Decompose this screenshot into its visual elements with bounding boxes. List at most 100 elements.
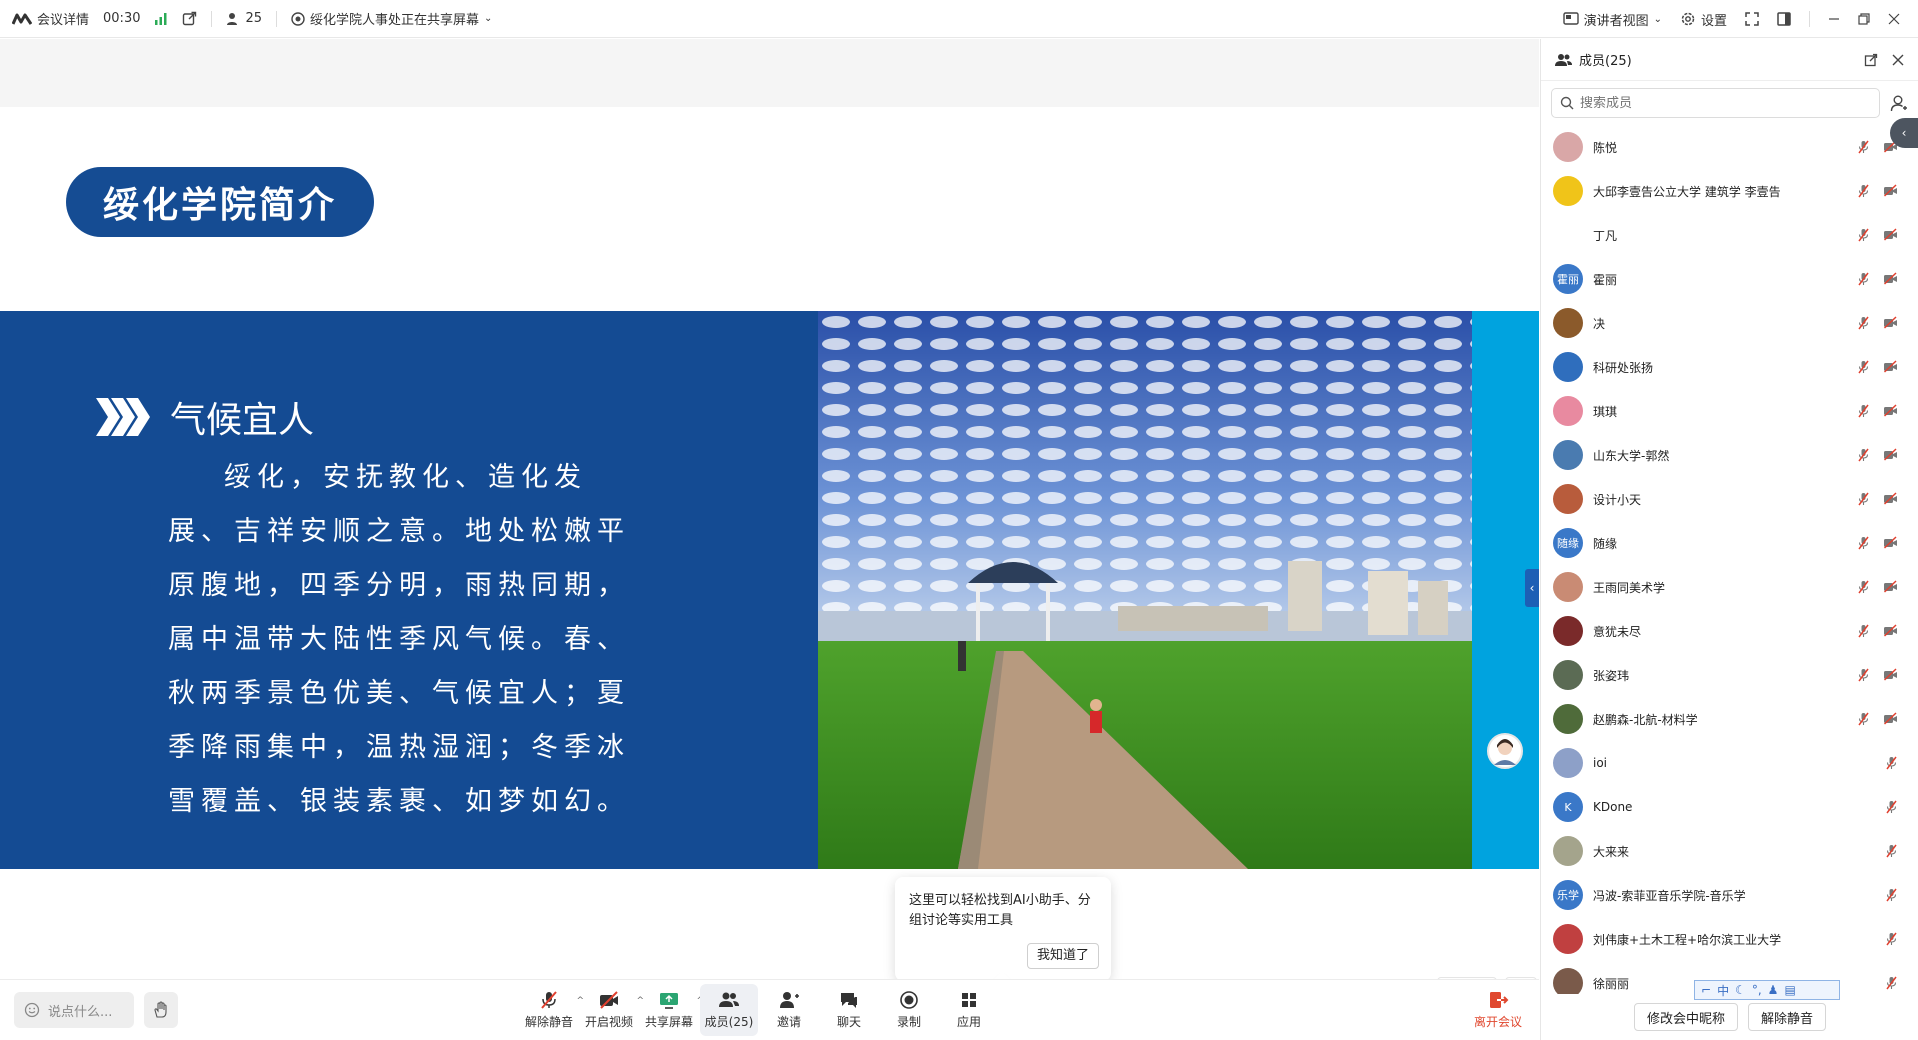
record-label: 录制 bbox=[896, 1015, 921, 1029]
mic-muted-icon[interactable] bbox=[1885, 800, 1898, 814]
video-panel-collapse-tab[interactable]: ‹ bbox=[1525, 569, 1539, 607]
settings-button[interactable]: 设置 bbox=[1680, 10, 1727, 29]
member-row[interactable]: 张姿玮 bbox=[1541, 653, 1918, 697]
unmute-button[interactable]: 解除静音 ^ bbox=[520, 984, 584, 1036]
mic-muted-icon[interactable] bbox=[1857, 580, 1870, 594]
mic-muted-icon[interactable] bbox=[1857, 184, 1870, 198]
record-button[interactable]: 录制 bbox=[880, 984, 938, 1036]
member-row[interactable]: 科研处张扬 bbox=[1541, 345, 1918, 389]
member-name: KDone bbox=[1593, 800, 1633, 814]
member-row[interactable]: 琪琪 bbox=[1541, 389, 1918, 433]
unmute-self-button[interactable]: 解除静音 bbox=[1748, 1003, 1827, 1031]
camera-off-icon[interactable] bbox=[1883, 624, 1898, 637]
raise-hand-button[interactable] bbox=[144, 992, 178, 1028]
member-search-input[interactable] bbox=[1580, 95, 1840, 111]
member-row[interactable]: 王雨同美术学 bbox=[1541, 565, 1918, 609]
member-name: 琪琪 bbox=[1593, 404, 1618, 419]
settings-label: 设置 bbox=[1700, 13, 1727, 29]
chat-button[interactable]: 聊天 bbox=[820, 984, 878, 1036]
screen-share-status-icon bbox=[291, 11, 305, 26]
start-video-button[interactable]: 开启视频 ^ bbox=[580, 984, 644, 1036]
mic-muted-icon[interactable] bbox=[1857, 316, 1870, 330]
mic-muted-icon[interactable] bbox=[1885, 976, 1898, 990]
mic-muted-icon[interactable] bbox=[1885, 932, 1898, 946]
mic-muted-icon[interactable] bbox=[1857, 360, 1870, 374]
close-icon[interactable] bbox=[1888, 13, 1900, 25]
minimize-icon[interactable] bbox=[1828, 13, 1840, 25]
mic-muted-icon[interactable] bbox=[1857, 712, 1870, 726]
mic-muted-icon[interactable] bbox=[1857, 272, 1870, 286]
presenter-view-button[interactable]: 演讲者视图 ⌄ bbox=[1562, 10, 1662, 29]
presenter-avatar[interactable] bbox=[1487, 733, 1523, 769]
camera-off-icon[interactable] bbox=[1883, 228, 1898, 241]
camera-off-icon[interactable] bbox=[1883, 316, 1898, 329]
member-row[interactable]: 随缘 随缘 bbox=[1541, 521, 1918, 565]
camera-off-icon[interactable] bbox=[1883, 360, 1898, 373]
mic-muted-icon[interactable] bbox=[1857, 624, 1870, 638]
camera-off-icon[interactable] bbox=[1883, 404, 1898, 417]
mic-muted-icon[interactable] bbox=[1857, 492, 1870, 506]
camera-off-icon[interactable] bbox=[1883, 712, 1898, 725]
share-link-icon[interactable] bbox=[182, 11, 197, 26]
presenter-view-icon bbox=[1562, 12, 1579, 26]
camera-off-icon[interactable] bbox=[1883, 184, 1898, 197]
member-name: 陈悦 bbox=[1593, 140, 1618, 155]
camera-off-icon[interactable] bbox=[1883, 668, 1898, 681]
member-row[interactable]: 设计小天 bbox=[1541, 477, 1918, 521]
member-row[interactable]: 意犹未尽 bbox=[1541, 609, 1918, 653]
member-row[interactable]: 赵鹏森-北航-材料学 bbox=[1541, 697, 1918, 741]
apps-button[interactable]: 应用 bbox=[940, 984, 998, 1036]
moon-icon: ☾ bbox=[1735, 983, 1746, 997]
mic-muted-icon[interactable] bbox=[1885, 888, 1898, 902]
member-row[interactable]: 乐学 冯波-索菲亚音乐学院-音乐学 bbox=[1541, 873, 1918, 917]
participants-count[interactable]: 25 bbox=[226, 11, 262, 26]
camera-off-icon[interactable] bbox=[1883, 448, 1898, 461]
member-row[interactable]: 刘伟康+土木工程+哈尔滨工业大学 bbox=[1541, 917, 1918, 961]
member-row[interactable]: 陈悦 bbox=[1541, 125, 1918, 169]
mic-muted-icon[interactable] bbox=[1857, 448, 1870, 462]
member-row[interactable]: ioi bbox=[1541, 741, 1918, 785]
camera-off-icon[interactable] bbox=[1883, 272, 1898, 285]
mic-muted-icon[interactable] bbox=[1857, 668, 1870, 682]
camera-off-icon[interactable] bbox=[1883, 536, 1898, 549]
camera-off-icon[interactable] bbox=[1883, 580, 1898, 593]
restore-icon[interactable] bbox=[1858, 13, 1870, 25]
tooltip-dismiss-button[interactable]: 我知道了 bbox=[1026, 943, 1099, 969]
mic-muted-icon[interactable] bbox=[1885, 756, 1898, 770]
close-icon[interactable] bbox=[1892, 53, 1904, 67]
invite-button[interactable]: 邀请 bbox=[760, 984, 818, 1036]
member-row[interactable]: 大邱李壹告公立大学 建筑学 李壹告 bbox=[1541, 169, 1918, 213]
rename-button[interactable]: 修改会中昵称 bbox=[1633, 1003, 1738, 1031]
member-avatar bbox=[1553, 132, 1583, 162]
sidebar-toggle-icon[interactable] bbox=[1777, 12, 1791, 26]
member-row[interactable]: 决 bbox=[1541, 301, 1918, 345]
member-avatar: 随缘 bbox=[1553, 528, 1583, 558]
camera-off-icon[interactable] bbox=[1883, 492, 1898, 505]
member-row[interactable]: 丁凡 bbox=[1541, 213, 1918, 257]
mic-muted-icon[interactable] bbox=[1857, 404, 1870, 418]
members-label: 成员(25) bbox=[704, 1015, 754, 1029]
member-row[interactable]: 霍丽 霍丽 bbox=[1541, 257, 1918, 301]
share-screen-button[interactable]: 共享屏幕 ^ bbox=[640, 984, 704, 1036]
mic-muted-icon[interactable] bbox=[1885, 844, 1898, 858]
member-row[interactable]: 大来来 bbox=[1541, 829, 1918, 873]
mic-muted-icon[interactable] bbox=[1857, 228, 1870, 242]
meeting-timer: 00:30 bbox=[103, 11, 141, 26]
ime-toolbar[interactable]: ⌐ 中 ☾ °, ♟ ▤ bbox=[1694, 980, 1840, 1000]
member-row[interactable]: 山东大学-郭然 bbox=[1541, 433, 1918, 477]
quick-chat-input[interactable]: 说点什么... bbox=[14, 992, 134, 1028]
member-avatar bbox=[1553, 176, 1583, 206]
leave-meeting-button[interactable]: 离开会议 bbox=[1470, 990, 1526, 1030]
popout-icon[interactable] bbox=[1864, 53, 1878, 67]
meeting-details-button[interactable]: 会议详情 bbox=[12, 9, 89, 28]
add-member-icon[interactable] bbox=[1890, 94, 1908, 112]
fullscreen-icon[interactable] bbox=[1745, 12, 1759, 26]
sharing-status[interactable]: 绥化学院人事处正在共享屏幕 ⌄ bbox=[291, 9, 492, 28]
mic-muted-icon[interactable] bbox=[1857, 140, 1870, 154]
chevron-down-icon: ⌄ bbox=[1653, 13, 1662, 25]
right-expand-tab[interactable]: ‹ bbox=[1890, 118, 1918, 148]
signal-icon[interactable] bbox=[154, 12, 168, 25]
member-row[interactable]: K KDone bbox=[1541, 785, 1918, 829]
members-button[interactable]: 成员(25) bbox=[700, 984, 758, 1036]
mic-muted-icon[interactable] bbox=[1857, 536, 1870, 550]
